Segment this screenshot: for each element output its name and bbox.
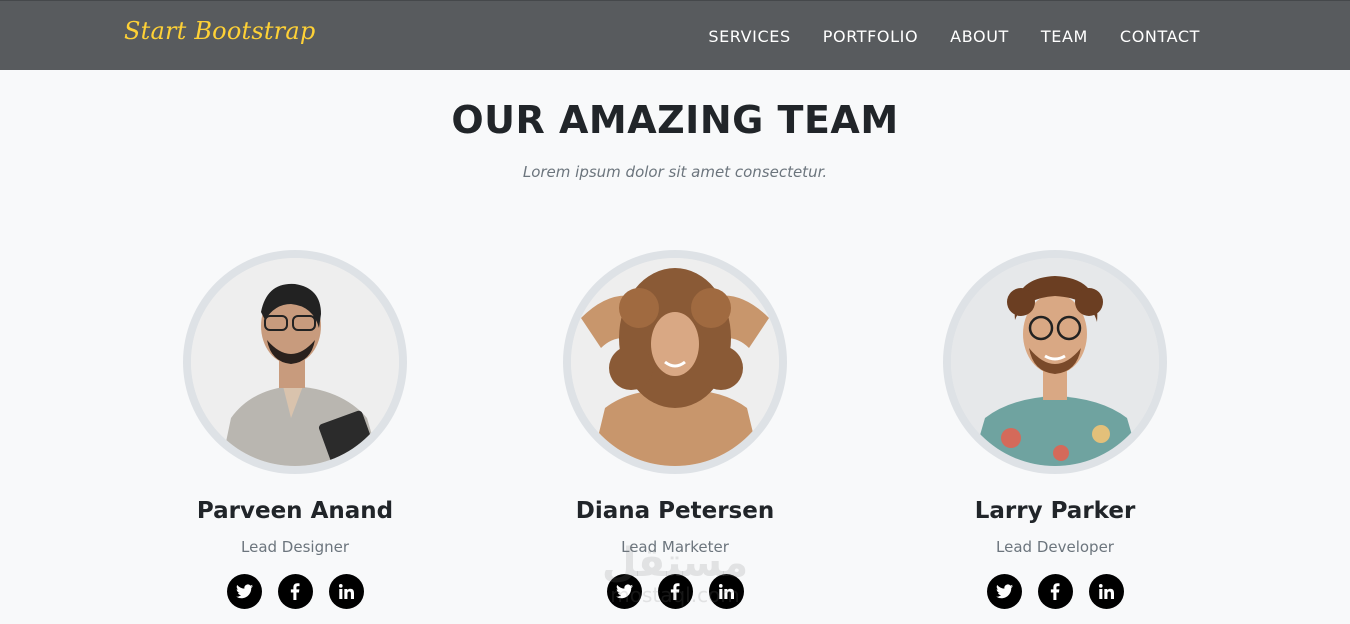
nav-link-about[interactable]: ABOUT	[950, 27, 1009, 46]
linkedin-icon[interactable]	[708, 574, 744, 609]
twitter-icon[interactable]	[986, 574, 1022, 609]
member-name: Parveen Anand	[196, 498, 394, 524]
member-name: Diana Petersen	[575, 498, 775, 524]
section-heading: OUR AMAZING TEAM	[451, 98, 899, 142]
member-role: Lead Designer	[241, 538, 349, 556]
navbar: Start Bootstrap SERVICES PORTFOLIO ABOUT…	[0, 0, 1350, 70]
nav-link-services[interactable]: SERVICES	[708, 27, 790, 46]
section-subheading: Lorem ipsum dolor sit amet consectetur.	[522, 163, 828, 181]
facebook-icon[interactable]	[277, 574, 313, 609]
team-member-card: Parveen Anand Lead Designer	[145, 250, 445, 609]
avatar-frame	[563, 250, 787, 474]
team-member-card: Diana Petersen Lead Marketer	[525, 250, 825, 609]
nav-links: SERVICES PORTFOLIO ABOUT TEAM CONTACT	[708, 27, 1200, 46]
member-role: Lead Developer	[996, 538, 1114, 556]
facebook-icon[interactable]	[1037, 574, 1073, 609]
social-links	[905, 574, 1205, 609]
avatar-photo	[191, 258, 399, 466]
twitter-icon[interactable]	[226, 574, 262, 609]
nav-link-contact[interactable]: CONTACT	[1120, 27, 1200, 46]
social-links	[145, 574, 445, 609]
member-name: Larry Parker	[974, 498, 1136, 524]
nav-link-portfolio[interactable]: PORTFOLIO	[823, 27, 918, 46]
linkedin-icon[interactable]	[1088, 574, 1124, 609]
linkedin-icon[interactable]	[328, 574, 364, 609]
twitter-icon[interactable]	[606, 574, 642, 609]
nav-link-team[interactable]: TEAM	[1041, 27, 1088, 46]
facebook-icon[interactable]	[657, 574, 693, 609]
team-member-card: Larry Parker Lead Developer	[905, 250, 1205, 609]
social-links	[525, 574, 825, 609]
brand-logo[interactable]: Start Bootstrap	[124, 17, 315, 45]
avatar-frame	[943, 250, 1167, 474]
member-role: Lead Marketer	[621, 538, 729, 556]
avatar-photo	[951, 258, 1159, 466]
avatar-frame	[183, 250, 407, 474]
avatar-photo	[571, 258, 779, 466]
